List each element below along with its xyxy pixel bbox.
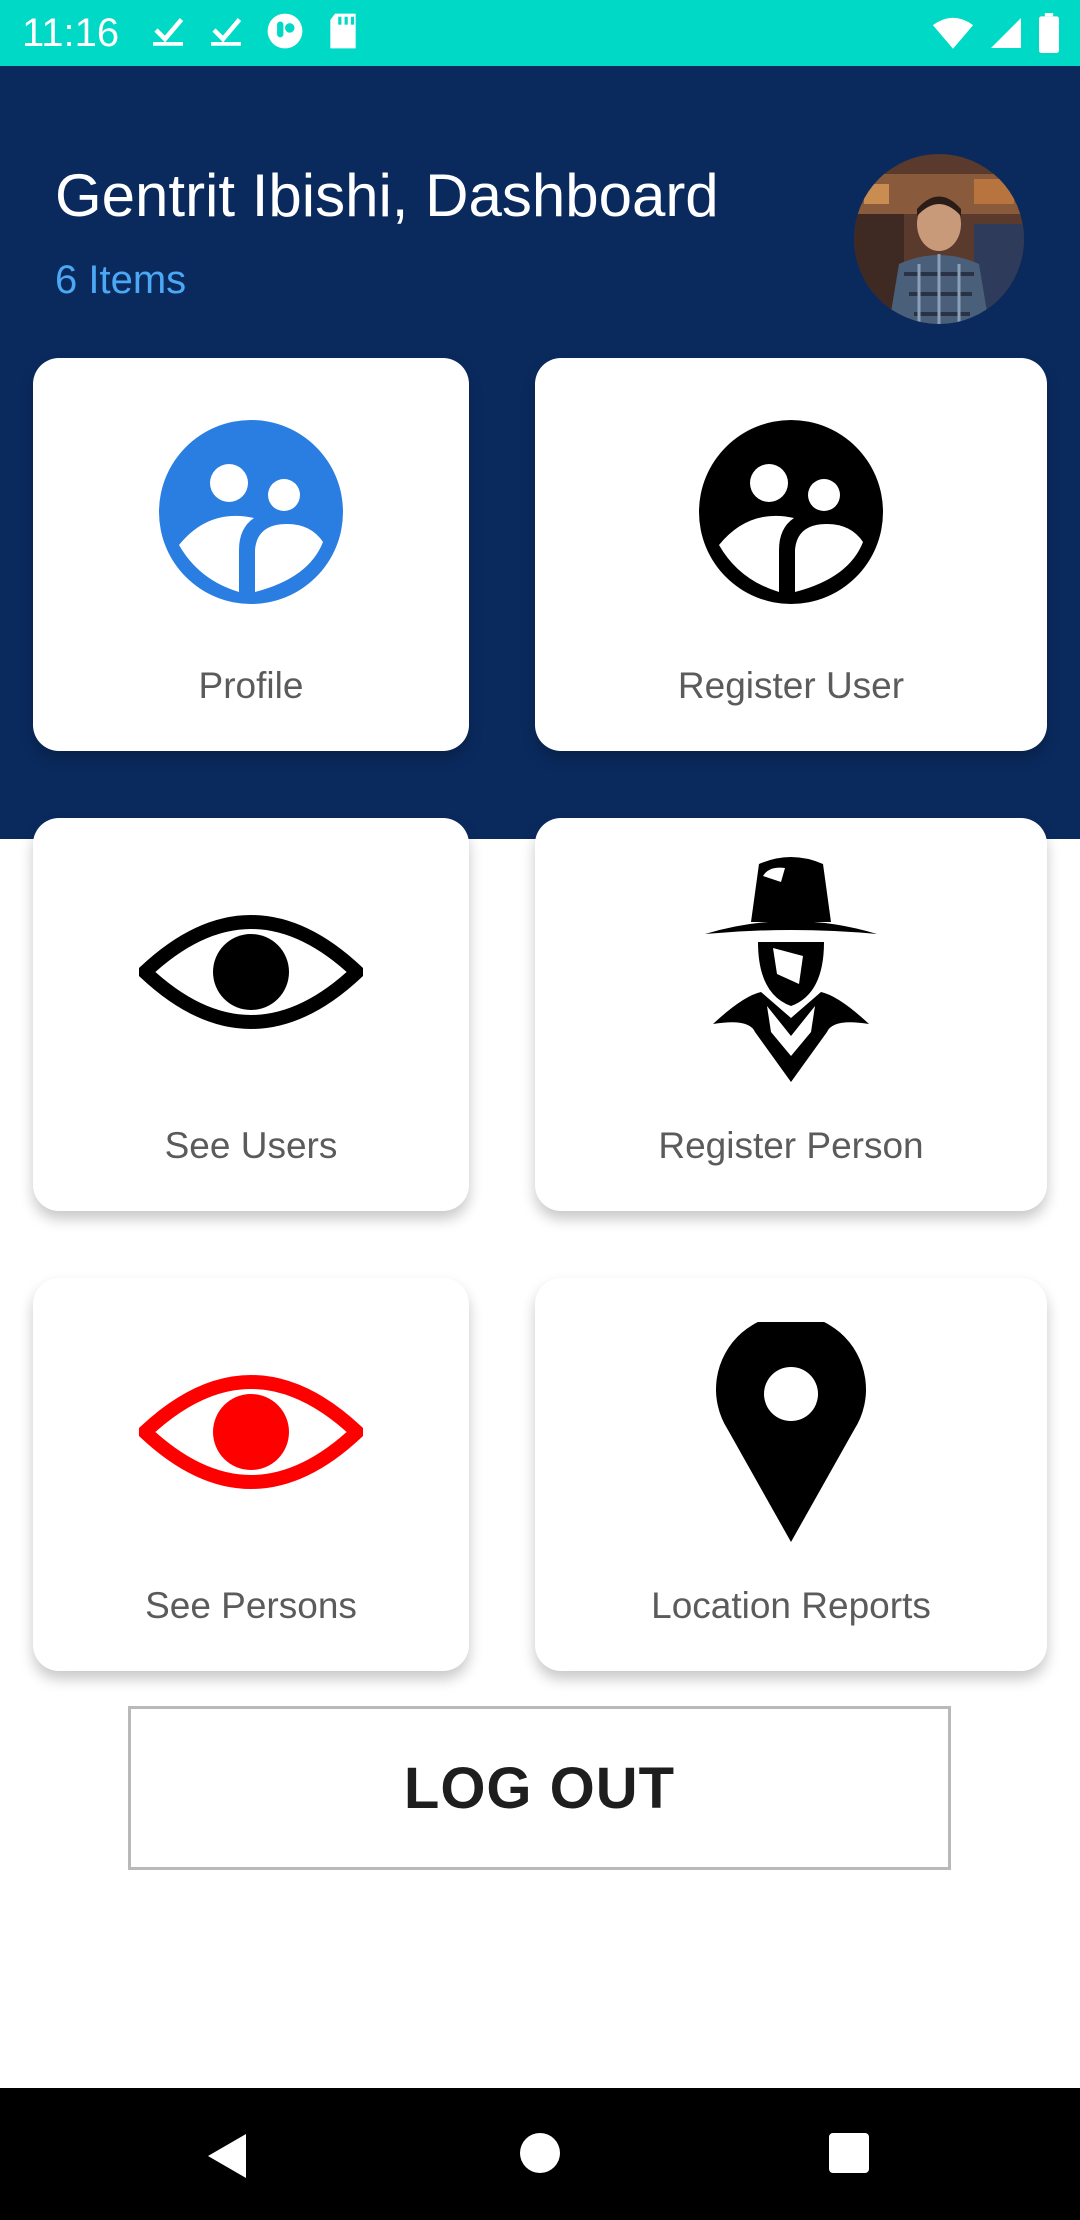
signal-icon [991,18,1021,48]
avatar-photo [854,154,1024,324]
see-users-card[interactable]: See Users [33,818,469,1211]
battery-icon [1039,13,1059,53]
card-label: See Persons [145,1585,357,1626]
wifi-icon [932,17,974,49]
items-count: 6 Items [55,258,187,302]
logout-button[interactable]: LOG OUT [128,1706,951,1870]
card-label: Register User [677,665,905,706]
recents-icon[interactable] [828,2132,870,2174]
status-icons-right [932,12,1060,54]
register-user-card[interactable]: Register User [535,358,1047,751]
status-icons-left [150,12,360,54]
navigation-bar [0,2088,1080,2220]
users-group-icon [159,420,343,604]
back-icon[interactable] [204,2132,248,2180]
avatar[interactable] [854,154,1024,324]
location-pin-icon [716,1322,866,1542]
users-group-icon [699,420,883,604]
card-label: See Users [164,1125,338,1166]
eye-icon [139,915,363,1029]
register-person-card[interactable]: Register Person [535,818,1047,1211]
card-label: Location Reports [651,1585,931,1626]
detective-icon [705,857,877,1082]
card-label: Profile [198,665,304,706]
profile-card[interactable]: Profile [33,358,469,751]
card-label: Register Person [658,1125,924,1166]
home-icon[interactable] [519,2132,561,2174]
status-bar: 11:16 [0,0,1080,66]
sd-card-icon [330,13,356,49]
check-download-icon [211,18,242,46]
see-persons-card[interactable]: See Persons [33,1278,469,1671]
eye-icon [139,1375,363,1489]
app-icon [267,13,303,49]
check-download-icon [153,18,184,46]
page-title: Gentrit Ibishi, Dashboard [55,162,719,229]
status-time: 11:16 [22,11,120,55]
location-reports-card[interactable]: Location Reports [535,1278,1047,1671]
